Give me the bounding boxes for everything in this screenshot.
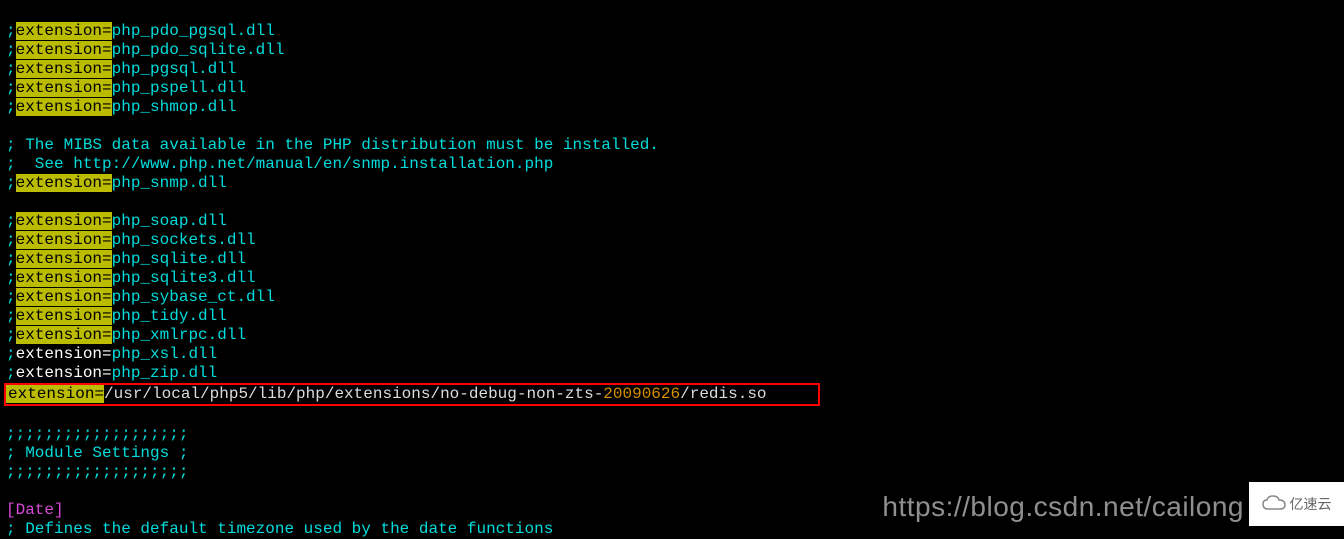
cloud-icon [1262, 495, 1286, 513]
comment-line: ; Module Settings ; [6, 444, 1344, 463]
semicolon: ; [6, 288, 16, 306]
config-line: ;extension=php_zip.dll [6, 364, 1344, 383]
ext-key: extension= [16, 79, 112, 97]
semicolon: ; [6, 98, 16, 116]
config-line: ;extension=php_sybase_ct.dll [6, 288, 1344, 307]
config-line: ;extension=php_sockets.dll [6, 231, 1344, 250]
redis-config-line: extension=/usr/local/php5/lib/php/extens… [6, 383, 1344, 406]
brand-text: 亿速云 [1290, 495, 1332, 514]
comment-line: ; The MIBS data available in the PHP dis… [6, 136, 1344, 155]
config-line: ;extension=php_pdo_pgsql.dll [6, 22, 1344, 41]
blank-line [6, 193, 1344, 212]
ext-key: extension= [16, 41, 112, 59]
highlighted-box: extension=/usr/local/php5/lib/php/extens… [4, 383, 820, 406]
watermark-url: https://blog.csdn.net/cailong [882, 497, 1244, 516]
ext-value: php_tidy.dll [112, 307, 227, 325]
ext-key: extension= [16, 250, 112, 268]
redis-date-num: 20090626 [603, 385, 680, 403]
semicolon: ; [6, 326, 16, 344]
ext-key: extension= [16, 60, 112, 78]
ext-value: php_sqlite3.dll [112, 269, 256, 287]
ext-key: extension= [16, 98, 112, 116]
ext-key: extension= [16, 174, 112, 192]
semicolon: ; [6, 269, 16, 287]
comment-url: http://www.php.net/manual/en/snmp.instal… [73, 155, 553, 173]
config-line: ;extension=php_shmop.dll [6, 98, 1344, 117]
ext-key: extension= [16, 288, 112, 306]
ext-key: extension= [16, 231, 112, 249]
semicolon: ; [6, 79, 16, 97]
semicolon: ; [6, 22, 16, 40]
ext-value: php_sqlite.dll [112, 250, 246, 268]
blank-line [6, 117, 1344, 136]
comment-divider: ;;;;;;;;;;;;;;;;;;; [6, 463, 1344, 482]
ext-value: php_sybase_ct.dll [112, 288, 275, 306]
ext-value: php_sockets.dll [112, 231, 256, 249]
semicolon: ; [6, 60, 16, 78]
ext-key: extension= [16, 307, 112, 325]
ext-key: extension= [16, 22, 112, 40]
semicolon: ; [6, 307, 16, 325]
ext-value: php_zip.dll [112, 364, 218, 382]
ext-value: php_pdo_sqlite.dll [112, 41, 285, 59]
config-line: ;extension=php_soap.dll [6, 212, 1344, 231]
ext-key: extension= [6, 385, 104, 403]
ext-value: php_xmlrpc.dll [112, 326, 246, 344]
ext-key: extension= [16, 269, 112, 287]
ext-value: php_xsl.dll [112, 345, 218, 363]
config-line: ;extension=php_tidy.dll [6, 307, 1344, 326]
redis-path-suffix: /redis.so [680, 385, 766, 403]
ext-key: extension= [16, 364, 112, 382]
ext-value: php_soap.dll [112, 212, 227, 230]
comment-line: ; Defines the default timezone used by t… [6, 520, 1344, 539]
brand-badge: 亿速云 [1249, 482, 1344, 526]
config-line: ;extension=php_xsl.dll [6, 345, 1344, 364]
semicolon: ; [6, 231, 16, 249]
redis-path-prefix: /usr/local/php5/lib/php/extensions/no-de… [104, 385, 603, 403]
ext-value: php_snmp.dll [112, 174, 227, 192]
comment-line: ; See http://www.php.net/manual/en/snmp.… [6, 155, 1344, 174]
config-line: ;extension=php_pdo_sqlite.dll [6, 41, 1344, 60]
config-line: ;extension=php_snmp.dll [6, 174, 1344, 193]
config-line: ;extension=php_sqlite3.dll [6, 269, 1344, 288]
semicolon: ; [6, 174, 16, 192]
config-line: ;extension=php_pgsql.dll [6, 60, 1344, 79]
ext-value: php_pdo_pgsql.dll [112, 22, 275, 40]
comment-prefix: ; See [6, 155, 73, 173]
semicolon: ; [6, 250, 16, 268]
config-line: ;extension=php_pspell.dll [6, 79, 1344, 98]
semicolon: ; [6, 212, 16, 230]
ext-key: extension= [16, 212, 112, 230]
ext-value: php_pspell.dll [112, 79, 246, 97]
semicolon: ; [6, 364, 16, 382]
config-line: ;extension=php_xmlrpc.dll [6, 326, 1344, 345]
blank-line [6, 406, 1344, 425]
ext-value: php_shmop.dll [112, 98, 237, 116]
semicolon: ; [6, 41, 16, 59]
semicolon: ; [6, 345, 16, 363]
ext-key: extension= [16, 345, 112, 363]
config-line: ;extension=php_sqlite.dll [6, 250, 1344, 269]
comment-divider: ;;;;;;;;;;;;;;;;;;; [6, 425, 1344, 444]
ext-key: extension= [16, 326, 112, 344]
ext-value: php_pgsql.dll [112, 60, 237, 78]
